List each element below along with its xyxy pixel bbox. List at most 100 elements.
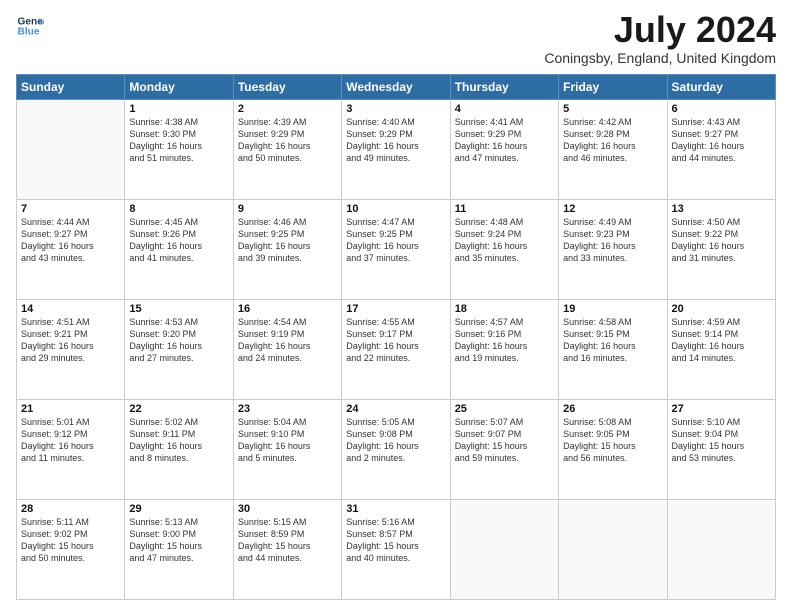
- header: General Blue July 2024 Coningsby, Englan…: [16, 12, 776, 66]
- day-number: 20: [672, 303, 771, 315]
- day-number: 16: [238, 303, 337, 315]
- month-title: July 2024: [544, 12, 776, 48]
- day-info: Sunrise: 4:50 AM Sunset: 9:22 PM Dayligh…: [672, 216, 771, 265]
- day-number: 29: [129, 503, 228, 515]
- calendar-table: Sunday Monday Tuesday Wednesday Thursday…: [16, 74, 776, 600]
- day-info: Sunrise: 4:51 AM Sunset: 9:21 PM Dayligh…: [21, 316, 120, 365]
- day-number: 18: [455, 303, 554, 315]
- day-number: 25: [455, 403, 554, 415]
- day-cell: 4Sunrise: 4:41 AM Sunset: 9:29 PM Daylig…: [450, 100, 558, 200]
- day-cell: 22Sunrise: 5:02 AM Sunset: 9:11 PM Dayli…: [125, 400, 233, 500]
- day-cell: 11Sunrise: 4:48 AM Sunset: 9:24 PM Dayli…: [450, 200, 558, 300]
- day-info: Sunrise: 4:47 AM Sunset: 9:25 PM Dayligh…: [346, 216, 445, 265]
- logo: General Blue: [16, 12, 44, 40]
- day-number: 31: [346, 503, 445, 515]
- day-cell: 9Sunrise: 4:46 AM Sunset: 9:25 PM Daylig…: [233, 200, 341, 300]
- location: Coningsby, England, United Kingdom: [544, 50, 776, 66]
- day-number: 3: [346, 103, 445, 115]
- day-info: Sunrise: 5:04 AM Sunset: 9:10 PM Dayligh…: [238, 416, 337, 465]
- day-cell: 27Sunrise: 5:10 AM Sunset: 9:04 PM Dayli…: [667, 400, 775, 500]
- day-number: 17: [346, 303, 445, 315]
- col-saturday: Saturday: [667, 75, 775, 100]
- day-number: 2: [238, 103, 337, 115]
- day-cell: 29Sunrise: 5:13 AM Sunset: 9:00 PM Dayli…: [125, 500, 233, 600]
- day-cell: 25Sunrise: 5:07 AM Sunset: 9:07 PM Dayli…: [450, 400, 558, 500]
- day-info: Sunrise: 4:53 AM Sunset: 9:20 PM Dayligh…: [129, 316, 228, 365]
- day-number: 24: [346, 403, 445, 415]
- day-info: Sunrise: 4:55 AM Sunset: 9:17 PM Dayligh…: [346, 316, 445, 365]
- day-number: 14: [21, 303, 120, 315]
- day-number: 9: [238, 203, 337, 215]
- day-cell: 20Sunrise: 4:59 AM Sunset: 9:14 PM Dayli…: [667, 300, 775, 400]
- day-cell: 6Sunrise: 4:43 AM Sunset: 9:27 PM Daylig…: [667, 100, 775, 200]
- day-cell: 7Sunrise: 4:44 AM Sunset: 9:27 PM Daylig…: [17, 200, 125, 300]
- day-cell: 2Sunrise: 4:39 AM Sunset: 9:29 PM Daylig…: [233, 100, 341, 200]
- day-number: 23: [238, 403, 337, 415]
- svg-text:Blue: Blue: [18, 27, 40, 38]
- day-info: Sunrise: 4:58 AM Sunset: 9:15 PM Dayligh…: [563, 316, 662, 365]
- day-cell: 19Sunrise: 4:58 AM Sunset: 9:15 PM Dayli…: [559, 300, 667, 400]
- day-info: Sunrise: 5:13 AM Sunset: 9:00 PM Dayligh…: [129, 516, 228, 565]
- day-number: 10: [346, 203, 445, 215]
- week-row-3: 14Sunrise: 4:51 AM Sunset: 9:21 PM Dayli…: [17, 300, 776, 400]
- day-number: 30: [238, 503, 337, 515]
- day-info: Sunrise: 4:45 AM Sunset: 9:26 PM Dayligh…: [129, 216, 228, 265]
- day-cell: [559, 500, 667, 600]
- col-wednesday: Wednesday: [342, 75, 450, 100]
- day-cell: 17Sunrise: 4:55 AM Sunset: 9:17 PM Dayli…: [342, 300, 450, 400]
- day-number: 1: [129, 103, 228, 115]
- day-cell: 18Sunrise: 4:57 AM Sunset: 9:16 PM Dayli…: [450, 300, 558, 400]
- day-cell: 8Sunrise: 4:45 AM Sunset: 9:26 PM Daylig…: [125, 200, 233, 300]
- day-number: 6: [672, 103, 771, 115]
- day-info: Sunrise: 5:16 AM Sunset: 8:57 PM Dayligh…: [346, 516, 445, 565]
- day-cell: 12Sunrise: 4:49 AM Sunset: 9:23 PM Dayli…: [559, 200, 667, 300]
- day-cell: 5Sunrise: 4:42 AM Sunset: 9:28 PM Daylig…: [559, 100, 667, 200]
- day-info: Sunrise: 5:10 AM Sunset: 9:04 PM Dayligh…: [672, 416, 771, 465]
- day-cell: [17, 100, 125, 200]
- day-cell: 16Sunrise: 4:54 AM Sunset: 9:19 PM Dayli…: [233, 300, 341, 400]
- day-cell: 10Sunrise: 4:47 AM Sunset: 9:25 PM Dayli…: [342, 200, 450, 300]
- day-number: 22: [129, 403, 228, 415]
- header-row: Sunday Monday Tuesday Wednesday Thursday…: [17, 75, 776, 100]
- col-sunday: Sunday: [17, 75, 125, 100]
- day-number: 13: [672, 203, 771, 215]
- day-cell: 13Sunrise: 4:50 AM Sunset: 9:22 PM Dayli…: [667, 200, 775, 300]
- day-cell: 30Sunrise: 5:15 AM Sunset: 8:59 PM Dayli…: [233, 500, 341, 600]
- day-cell: 15Sunrise: 4:53 AM Sunset: 9:20 PM Dayli…: [125, 300, 233, 400]
- day-number: 12: [563, 203, 662, 215]
- week-row-5: 28Sunrise: 5:11 AM Sunset: 9:02 PM Dayli…: [17, 500, 776, 600]
- day-info: Sunrise: 4:48 AM Sunset: 9:24 PM Dayligh…: [455, 216, 554, 265]
- day-cell: 24Sunrise: 5:05 AM Sunset: 9:08 PM Dayli…: [342, 400, 450, 500]
- day-number: 4: [455, 103, 554, 115]
- day-cell: 3Sunrise: 4:40 AM Sunset: 9:29 PM Daylig…: [342, 100, 450, 200]
- col-monday: Monday: [125, 75, 233, 100]
- col-thursday: Thursday: [450, 75, 558, 100]
- day-info: Sunrise: 5:07 AM Sunset: 9:07 PM Dayligh…: [455, 416, 554, 465]
- day-cell: 1Sunrise: 4:38 AM Sunset: 9:30 PM Daylig…: [125, 100, 233, 200]
- day-number: 19: [563, 303, 662, 315]
- week-row-2: 7Sunrise: 4:44 AM Sunset: 9:27 PM Daylig…: [17, 200, 776, 300]
- day-info: Sunrise: 4:46 AM Sunset: 9:25 PM Dayligh…: [238, 216, 337, 265]
- day-number: 27: [672, 403, 771, 415]
- day-number: 21: [21, 403, 120, 415]
- day-info: Sunrise: 4:54 AM Sunset: 9:19 PM Dayligh…: [238, 316, 337, 365]
- day-cell: 31Sunrise: 5:16 AM Sunset: 8:57 PM Dayli…: [342, 500, 450, 600]
- day-info: Sunrise: 5:15 AM Sunset: 8:59 PM Dayligh…: [238, 516, 337, 565]
- day-number: 15: [129, 303, 228, 315]
- col-friday: Friday: [559, 75, 667, 100]
- day-info: Sunrise: 4:38 AM Sunset: 9:30 PM Dayligh…: [129, 116, 228, 165]
- day-number: 28: [21, 503, 120, 515]
- day-info: Sunrise: 4:42 AM Sunset: 9:28 PM Dayligh…: [563, 116, 662, 165]
- day-cell: [450, 500, 558, 600]
- day-info: Sunrise: 5:11 AM Sunset: 9:02 PM Dayligh…: [21, 516, 120, 565]
- day-info: Sunrise: 4:40 AM Sunset: 9:29 PM Dayligh…: [346, 116, 445, 165]
- day-info: Sunrise: 5:08 AM Sunset: 9:05 PM Dayligh…: [563, 416, 662, 465]
- day-cell: 21Sunrise: 5:01 AM Sunset: 9:12 PM Dayli…: [17, 400, 125, 500]
- day-info: Sunrise: 5:02 AM Sunset: 9:11 PM Dayligh…: [129, 416, 228, 465]
- day-cell: 28Sunrise: 5:11 AM Sunset: 9:02 PM Dayli…: [17, 500, 125, 600]
- day-info: Sunrise: 4:49 AM Sunset: 9:23 PM Dayligh…: [563, 216, 662, 265]
- day-info: Sunrise: 4:39 AM Sunset: 9:29 PM Dayligh…: [238, 116, 337, 165]
- day-cell: 14Sunrise: 4:51 AM Sunset: 9:21 PM Dayli…: [17, 300, 125, 400]
- day-number: 8: [129, 203, 228, 215]
- day-number: 11: [455, 203, 554, 215]
